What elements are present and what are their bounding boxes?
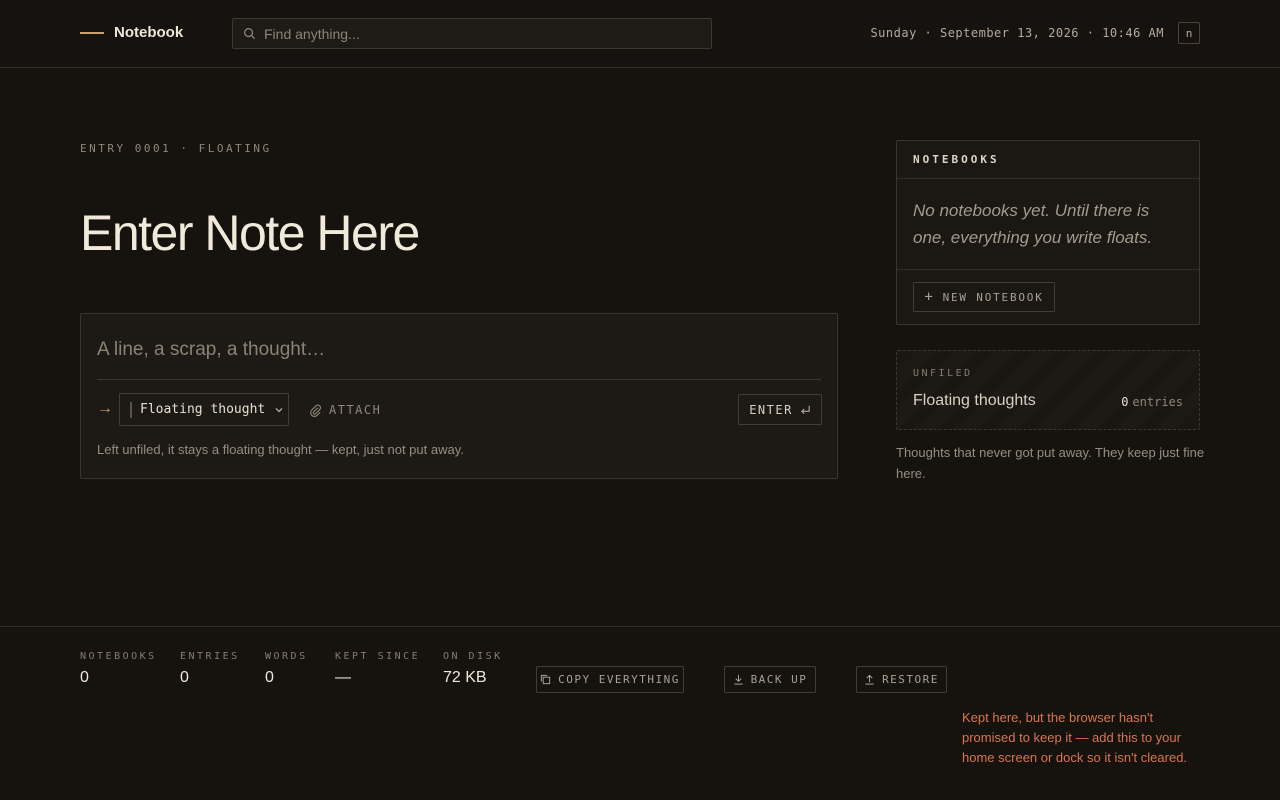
return-key-icon — [800, 405, 810, 415]
stat-on-disk: ON DISK 72 KB — [443, 651, 503, 687]
enter-label: ENTER — [749, 402, 793, 417]
brand-mark-icon — [80, 31, 104, 34]
search-input[interactable] — [264, 25, 684, 42]
composer-hint: Left unfiled, it stays a floating though… — [97, 442, 464, 457]
storage-warning: Kept here, but the browser hasn't promis… — [962, 710, 1188, 765]
stat-label: ON DISK — [443, 651, 503, 662]
entry-meta: ENTRY 0001 · FLOATING — [80, 142, 272, 155]
new-note-shortcut-key[interactable]: n — [1178, 22, 1200, 44]
top-bar: Notebook Sunday · September 13, 2026 · 1… — [0, 0, 1280, 68]
stat-entries: ENTRIES 0 — [180, 651, 240, 687]
unfiled-count-value: 0 — [1121, 395, 1129, 409]
unfiled-card[interactable]: UNFILED Floating thoughts 0 entries — [896, 350, 1200, 430]
notebook-color-bar — [130, 401, 132, 418]
download-icon — [733, 674, 743, 685]
stat-label: WORDS — [265, 651, 308, 662]
stat-label: NOTEBOOKS — [80, 651, 157, 662]
copy-everything-label: COPY EVERYTHING — [558, 673, 680, 686]
brand-name: Notebook — [114, 24, 184, 41]
unfiled-count: 0 entries — [1121, 395, 1183, 409]
stat-value: 0 — [180, 669, 189, 686]
attach-label: ATTACH — [329, 403, 382, 417]
unfiled-count-unit: entries — [1132, 395, 1183, 409]
upload-icon — [865, 674, 874, 685]
paperclip-icon — [310, 404, 321, 417]
stat-words: WORDS 0 — [265, 651, 308, 687]
unfiled-note: Thoughts that never got put away. They k… — [896, 445, 1205, 481]
notebook-select-label: Floating thought — [140, 402, 266, 417]
new-notebook-button[interactable]: + NEW NOTEBOOK — [913, 282, 1055, 312]
note-input[interactable] — [97, 334, 821, 380]
date-time: Sunday · September 13, 2026 · 10:46 AM — [870, 26, 1164, 40]
stat-label: ENTRIES — [180, 651, 240, 662]
stat-value: 0 — [80, 669, 89, 686]
stat-value: 72 KB — [443, 669, 487, 686]
search-box[interactable] — [232, 18, 712, 49]
copy-icon — [540, 674, 551, 685]
stat-kept-since: KEPT SINCE — — [335, 651, 420, 687]
page-title[interactable]: Enter Note Here — [80, 204, 420, 262]
stat-notebooks: NOTEBOOKS 0 — [80, 651, 157, 687]
arrow-right-icon: → — [97, 400, 113, 417]
stat-value: 0 — [265, 669, 274, 686]
restore-button[interactable]: RESTORE — [856, 666, 947, 693]
stat-value: — — [335, 669, 351, 686]
stat-label: KEPT SINCE — [335, 651, 421, 662]
footer: NOTEBOOKS 0 ENTRIES 0 WORDS 0 KEPT SINCE… — [0, 626, 1280, 800]
attach-button[interactable]: ATTACH — [309, 403, 381, 417]
notebooks-empty-message: No notebooks yet. Until there is one, ev… — [897, 179, 1199, 270]
notebooks-heading: NOTEBOOKS — [897, 141, 1199, 179]
copy-everything-button[interactable]: COPY EVERYTHING — [536, 666, 684, 693]
note-composer: → Floating thought ATTACH ENTER Left unf… — [80, 313, 838, 479]
notebooks-panel: NOTEBOOKS No notebooks yet. Until there … — [896, 140, 1200, 325]
restore-label: RESTORE — [882, 673, 939, 686]
back-up-button[interactable]: BACK UP — [724, 666, 816, 693]
notebook-select[interactable]: Floating thought — [119, 393, 289, 426]
enter-button[interactable]: ENTER — [738, 394, 822, 425]
unfiled-label: UNFILED — [913, 368, 973, 379]
unfiled-title: Floating thoughts — [913, 392, 1036, 409]
search-icon — [244, 28, 256, 40]
back-up-label: BACK UP — [750, 673, 808, 686]
brand[interactable]: Notebook — [80, 24, 183, 41]
plus-icon: + — [924, 289, 935, 305]
chevron-down-icon — [275, 407, 283, 412]
new-notebook-label: NEW NOTEBOOK — [942, 290, 1044, 304]
